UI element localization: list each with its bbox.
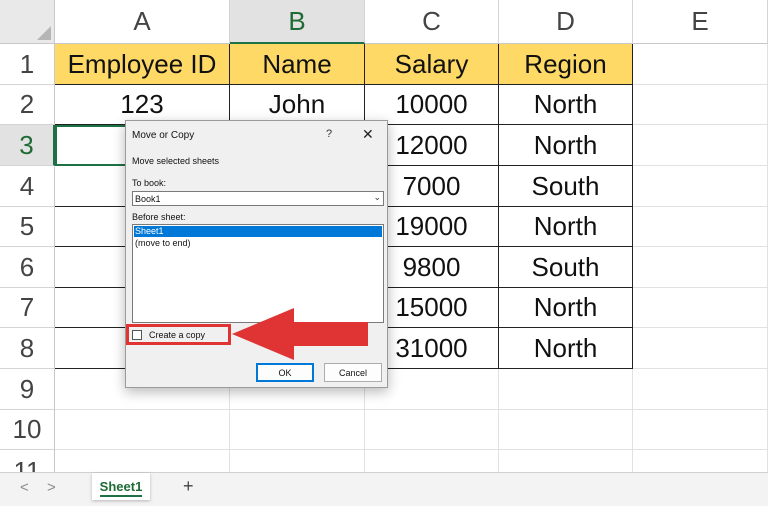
to-book-value: Book1 [135, 193, 161, 204]
row-header-4[interactable]: 4 [0, 166, 55, 207]
dropdown-arrow-icon[interactable]: ⌄ [373, 192, 381, 203]
cell-a10[interactable] [55, 410, 230, 450]
cell-b1[interactable]: Name [230, 44, 365, 85]
tab-prev-arrow-icon[interactable]: < [20, 479, 29, 496]
select-all-corner[interactable] [0, 0, 55, 44]
row-header-11[interactable]: 11 [0, 450, 55, 472]
column-header-e[interactable]: E [633, 0, 768, 44]
cell-e7[interactable] [633, 288, 768, 328]
cell-e11[interactable] [633, 450, 768, 472]
cell-d5[interactable]: North [499, 207, 633, 247]
sheet-tab-label: Sheet1 [99, 479, 143, 494]
cell-d3[interactable]: North [499, 125, 633, 166]
row-header-1[interactable]: 1 [0, 44, 55, 85]
row-header-7[interactable]: 7 [0, 288, 55, 328]
list-item-sheet1[interactable]: Sheet1 [133, 225, 383, 238]
sheet-tab-bar: < > Sheet1 + [0, 472, 768, 506]
before-sheet-label: Before sheet: [132, 212, 186, 222]
to-book-label: To book: [132, 178, 167, 188]
column-header-b[interactable]: B [230, 0, 365, 44]
cell-b11[interactable] [230, 450, 365, 472]
help-icon[interactable]: ? [326, 128, 332, 140]
cell-c10[interactable] [365, 410, 499, 450]
create-copy-highlight: Create a copy [126, 324, 231, 345]
column-header-a[interactable]: A [55, 0, 230, 44]
add-sheet-icon[interactable]: + [183, 476, 194, 497]
cell-e4[interactable] [633, 166, 768, 207]
cell-d4[interactable]: South [499, 166, 633, 207]
close-icon[interactable]: ✕ [362, 126, 374, 143]
cell-a2[interactable]: 123 [55, 85, 230, 125]
cell-a11[interactable] [55, 450, 230, 472]
cell-d2[interactable]: North [499, 85, 633, 125]
cell-c11[interactable] [365, 450, 499, 472]
list-item-move-to-end[interactable]: (move to end) [134, 238, 382, 249]
row-header-3[interactable]: 3 [0, 125, 55, 166]
dialog-description: Move selected sheets [132, 156, 220, 166]
cell-c2[interactable]: 10000 [365, 85, 499, 125]
cell-b10[interactable] [230, 410, 365, 450]
cell-e5[interactable] [633, 207, 768, 247]
cell-d8[interactable]: North [499, 328, 633, 369]
cell-a1[interactable]: Employee ID [55, 44, 230, 85]
cell-d11[interactable] [499, 450, 633, 472]
cell-d10[interactable] [499, 410, 633, 450]
select-all-triangle [37, 26, 51, 40]
column-header-c[interactable]: C [365, 0, 499, 44]
create-copy-checkbox[interactable] [132, 329, 142, 340]
sheet-tab-underline [100, 495, 142, 497]
cancel-button[interactable]: Cancel [324, 363, 382, 382]
cell-d1[interactable]: Region [499, 44, 633, 85]
cell-d7[interactable]: North [499, 288, 633, 328]
ok-button[interactable]: OK [256, 363, 314, 382]
row-header-6[interactable]: 6 [0, 247, 55, 288]
cell-e10[interactable] [633, 410, 768, 450]
row-header-2[interactable]: 2 [0, 85, 55, 125]
row-header-10[interactable]: 10 [0, 410, 55, 450]
cell-d9[interactable] [499, 369, 633, 410]
cell-d6[interactable]: South [499, 247, 633, 288]
cell-e9[interactable] [633, 369, 768, 410]
create-copy-label[interactable]: Create a copy [149, 330, 205, 340]
cell-c1[interactable]: Salary [365, 44, 499, 85]
to-book-select[interactable]: Book1 ⌄ [132, 191, 384, 206]
row-header-9[interactable]: 9 [0, 369, 55, 410]
column-header-d[interactable]: D [499, 0, 633, 44]
cell-e1[interactable] [633, 44, 768, 85]
cell-e8[interactable] [633, 328, 768, 369]
row-header-5[interactable]: 5 [0, 207, 55, 247]
cell-b2[interactable]: John [230, 85, 365, 125]
sheet-tab-sheet1[interactable]: Sheet1 [92, 473, 150, 500]
red-arrow-icon [232, 308, 368, 360]
cell-e2[interactable] [633, 85, 768, 125]
tab-next-arrow-icon[interactable]: > [47, 479, 56, 496]
cell-e6[interactable] [633, 247, 768, 288]
cell-e3[interactable] [633, 125, 768, 166]
dialog-title: Move or Copy [132, 130, 195, 141]
row-header-8[interactable]: 8 [0, 328, 55, 369]
